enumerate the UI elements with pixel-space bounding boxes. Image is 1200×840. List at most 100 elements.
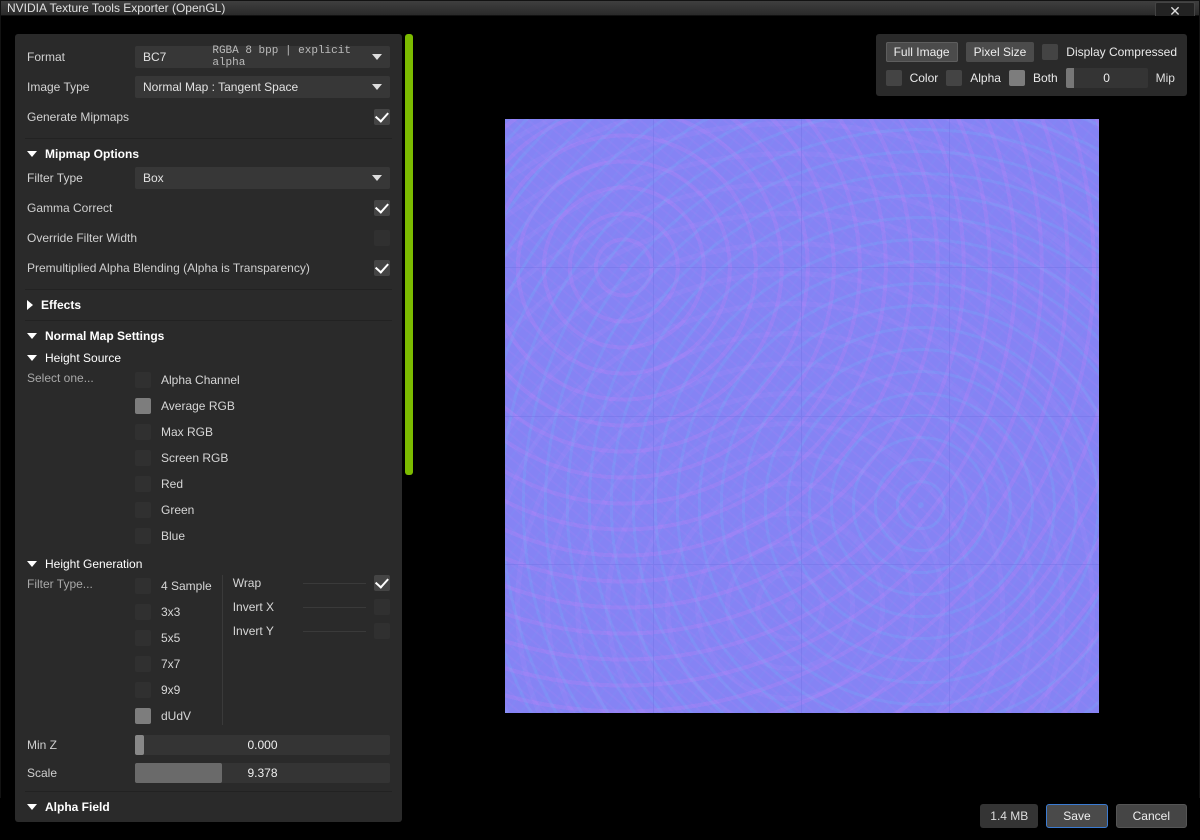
invert-x-checkbox[interactable] — [374, 599, 390, 615]
checkbox-icon — [135, 502, 151, 518]
source-screen-rgb-option[interactable]: Screen RGB — [135, 449, 240, 467]
option-label: Invert X — [233, 600, 296, 614]
filter-dudv-option[interactable]: dUdV — [135, 707, 212, 725]
preview-viewport[interactable] — [416, 34, 1187, 798]
option-label: Max RGB — [161, 425, 213, 439]
bottom-bar: 1.4 MB Save Cancel — [980, 804, 1187, 828]
premul-alpha-label: Premultiplied Alpha Blending (Alpha is T… — [27, 261, 374, 275]
source-blue-option[interactable]: Blue — [135, 527, 240, 545]
format-spec: RGBA 8 bpp | explicit alpha — [212, 45, 382, 69]
alpha-field-title: Alpha Field — [45, 800, 110, 814]
divider — [303, 607, 366, 608]
normal-map-settings-title: Normal Map Settings — [45, 329, 164, 343]
wrap-checkbox[interactable] — [374, 575, 390, 591]
scale-label: Scale — [27, 766, 135, 780]
mip-label: Mip — [1156, 71, 1175, 85]
mipmap-options-title: Mipmap Options — [45, 147, 139, 161]
option-label: dUdV — [161, 709, 191, 723]
option-label: 7x7 — [161, 657, 180, 671]
checkbox-icon — [135, 708, 151, 724]
filter-5x5-option[interactable]: 5x5 — [135, 629, 212, 647]
color-checkbox[interactable] — [886, 70, 902, 86]
effects-header[interactable]: Effects — [27, 294, 390, 316]
scrollbar-thumb[interactable] — [405, 34, 413, 475]
mipmap-options-header[interactable]: Mipmap Options — [27, 143, 390, 165]
format-select[interactable]: BC7 RGBA 8 bpp | explicit alpha — [135, 46, 390, 68]
chevron-down-icon — [27, 561, 37, 567]
save-button[interactable]: Save — [1046, 804, 1107, 828]
gamma-correct-checkbox[interactable] — [374, 200, 390, 216]
source-alpha-option[interactable]: Alpha Channel — [135, 371, 240, 389]
min-z-slider[interactable]: 0.000 — [135, 735, 390, 755]
file-size-chip: 1.4 MB — [980, 804, 1038, 828]
scale-value: 9.378 — [247, 766, 277, 780]
select-one-label: Select one... — [27, 369, 135, 545]
chevron-right-icon — [27, 300, 33, 310]
cancel-button[interactable]: Cancel — [1116, 804, 1187, 828]
chevron-down-icon — [27, 355, 37, 361]
image-type-label: Image Type — [27, 80, 135, 94]
wrap-option[interactable]: Wrap — [233, 575, 390, 591]
override-filter-width-checkbox[interactable] — [374, 230, 390, 246]
color-label: Color — [910, 71, 939, 85]
scale-slider[interactable]: 9.378 — [135, 763, 390, 783]
filter-type-select[interactable]: Box — [135, 167, 390, 189]
filter-7x7-option[interactable]: 7x7 — [135, 655, 212, 673]
effects-title: Effects — [41, 298, 81, 312]
option-label: Wrap — [233, 576, 296, 590]
alpha-checkbox[interactable] — [946, 70, 962, 86]
display-compressed-label: Display Compressed — [1066, 45, 1177, 59]
source-max-rgb-option[interactable]: Max RGB — [135, 423, 240, 441]
panel-scrollbar[interactable] — [402, 34, 416, 822]
option-label: Blue — [161, 529, 185, 543]
chevron-down-icon — [372, 175, 382, 181]
option-label: Alpha Channel — [161, 373, 240, 387]
filter-type-prompt: Filter Type... — [27, 575, 135, 725]
source-average-rgb-option[interactable]: Average RGB — [135, 397, 240, 415]
option-label: Red — [161, 477, 183, 491]
option-label: Average RGB — [161, 399, 235, 413]
image-type-select[interactable]: Normal Map : Tangent Space — [135, 76, 390, 98]
chevron-down-icon — [372, 54, 382, 60]
invert-y-checkbox[interactable] — [374, 623, 390, 639]
full-image-button[interactable]: Full Image — [886, 42, 958, 62]
filter-type-value: Box — [143, 171, 164, 185]
option-label: 4 Sample — [161, 579, 212, 593]
checkbox-icon — [135, 630, 151, 646]
divider — [303, 583, 366, 584]
filter-3x3-option[interactable]: 3x3 — [135, 603, 212, 621]
pixel-size-button[interactable]: Pixel Size — [966, 42, 1035, 62]
height-source-title: Height Source — [45, 351, 121, 365]
window-title: NVIDIA Texture Tools Exporter (OpenGL) — [7, 1, 225, 15]
option-label: 9x9 — [161, 683, 180, 697]
invert-x-option[interactable]: Invert X — [233, 599, 390, 615]
checkbox-icon — [135, 604, 151, 620]
checkbox-icon — [135, 682, 151, 698]
chevron-down-icon — [372, 84, 382, 90]
chevron-down-icon — [27, 151, 37, 157]
min-z-label: Min Z — [27, 738, 135, 752]
chevron-down-icon — [27, 804, 37, 810]
checkbox-icon — [135, 476, 151, 492]
mip-slider[interactable]: 0 — [1066, 68, 1148, 88]
format-label: Format — [27, 50, 135, 64]
alpha-label: Alpha — [970, 71, 1001, 85]
generate-mipmaps-checkbox[interactable] — [374, 109, 390, 125]
both-label: Both — [1033, 71, 1058, 85]
height-generation-header[interactable]: Height Generation — [27, 555, 390, 575]
option-label: Green — [161, 503, 194, 517]
filter-9x9-option[interactable]: 9x9 — [135, 681, 212, 699]
both-checkbox[interactable] — [1009, 70, 1025, 86]
checkbox-icon — [135, 398, 151, 414]
invert-y-option[interactable]: Invert Y — [233, 623, 390, 639]
premul-alpha-checkbox[interactable] — [374, 260, 390, 276]
source-red-option[interactable]: Red — [135, 475, 240, 493]
normal-map-settings-header[interactable]: Normal Map Settings — [27, 325, 390, 347]
alpha-field-header[interactable]: Alpha Field — [27, 796, 390, 818]
source-green-option[interactable]: Green — [135, 501, 240, 519]
height-source-header[interactable]: Height Source — [27, 349, 390, 369]
filter-type-label: Filter Type — [27, 171, 135, 185]
filter-4sample-option[interactable]: 4 Sample — [135, 577, 212, 595]
display-compressed-checkbox[interactable] — [1042, 44, 1058, 60]
checkbox-icon — [135, 424, 151, 440]
